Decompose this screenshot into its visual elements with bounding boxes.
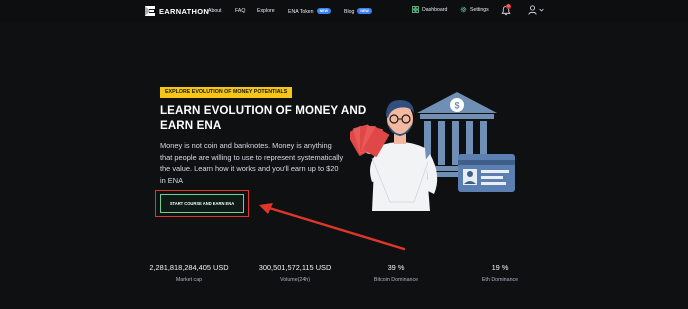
- settings-link[interactable]: Settings: [460, 6, 489, 13]
- svg-text:$: $: [454, 101, 459, 111]
- dashboard-label: Dashboard: [422, 6, 448, 13]
- stat-value: 2,281,818,284,405 USD: [149, 263, 229, 272]
- top-navbar: EARNATHON About FAQ Explore ENA Token NEW…: [0, 0, 688, 22]
- brand-name: EARNATHON: [159, 6, 210, 16]
- hero-headline: LEARN EVOLUTION OF MONEY AND EARN ENA: [160, 104, 367, 132]
- stat-bitcoin-dominance: 39 % Bitcoin Dominance: [341, 263, 451, 283]
- settings-label: Settings: [470, 6, 489, 13]
- nav-ena-token-link[interactable]: ENA Token NEW: [288, 8, 331, 15]
- stat-label: Volume(24h): [279, 277, 311, 283]
- new-badge: NEW: [357, 8, 372, 14]
- stat-value: 19 %: [491, 263, 509, 272]
- brand-mark-icon: [145, 6, 155, 16]
- nav-explore-link[interactable]: Explore: [257, 8, 275, 14]
- stat-value: 300,501,572,115 USD: [258, 263, 332, 272]
- chevron-down-icon: [539, 8, 544, 12]
- nav-about-link[interactable]: About: [208, 8, 222, 14]
- dashboard-link[interactable]: Dashboard: [412, 6, 447, 13]
- stat-label: Eth Dominance: [481, 277, 519, 283]
- nav-ena-token-label: ENA Token: [288, 9, 314, 15]
- notification-count-badge: 0: [506, 4, 511, 9]
- brand-logo[interactable]: EARNATHON: [144, 5, 209, 17]
- user-menu[interactable]: [528, 5, 544, 15]
- nav-blog-label: Blog: [344, 9, 355, 15]
- start-course-button[interactable]: START COURSE AND EARN ENA: [160, 194, 244, 213]
- stat-value: 39 %: [387, 263, 405, 272]
- hero-illustration: $: [350, 92, 515, 211]
- stat-market-cap: 2,281,818,284,405 USD Market cap: [134, 263, 244, 283]
- nav-blog-link[interactable]: Blog NEW: [344, 8, 372, 15]
- dashboard-icon: [412, 6, 419, 13]
- gear-icon: [460, 6, 467, 13]
- stat-eth-dominance: 19 % Eth Dominance: [445, 263, 555, 283]
- stat-label: Market cap: [175, 277, 203, 283]
- hero-eyebrow-tag: EXPLORE EVOLUTION OF MONEY POTENTIALS: [160, 87, 293, 98]
- id-card-icon: [458, 154, 515, 192]
- stat-label: Bitcoin Dominance: [373, 277, 419, 283]
- user-icon: [528, 5, 537, 15]
- stat-volume: 300,501,572,115 USD Volume(24h): [240, 263, 350, 283]
- new-badge: NEW: [316, 8, 331, 14]
- nav-faq-link[interactable]: FAQ: [235, 8, 245, 14]
- hero-description: Money is not coin and banknotes. Money i…: [160, 141, 344, 185]
